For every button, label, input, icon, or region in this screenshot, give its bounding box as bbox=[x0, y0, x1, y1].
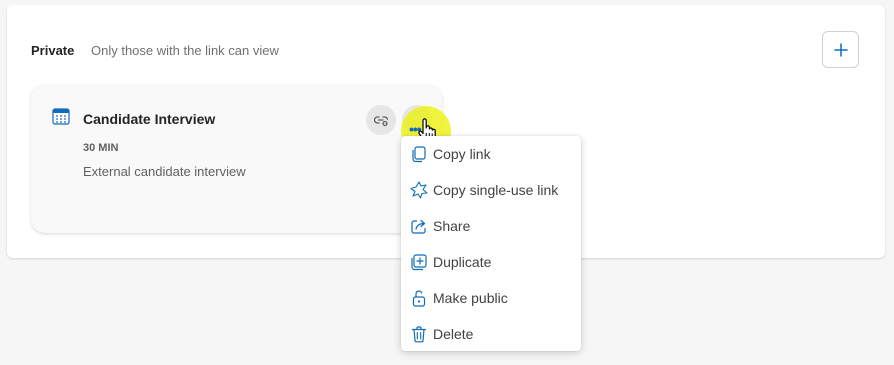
menu-item-copy-link[interactable]: Copy link bbox=[401, 136, 581, 172]
event-duration: 30 MIN bbox=[83, 142, 119, 154]
duplicate-icon bbox=[411, 254, 427, 271]
section-label: Private bbox=[31, 43, 75, 58]
plus-icon bbox=[833, 42, 848, 57]
link-off-icon bbox=[373, 116, 389, 127]
menu-item-label: Share bbox=[433, 218, 471, 234]
menu-item-label: Make public bbox=[433, 290, 508, 306]
event-card[interactable]: Candidate Interview 30 MIN External cand… bbox=[31, 85, 442, 233]
calendar-icon bbox=[52, 108, 70, 125]
menu-item-label: Copy link bbox=[433, 146, 491, 162]
add-event-button[interactable] bbox=[822, 31, 859, 68]
menu-item-make-public[interactable]: Make public bbox=[401, 280, 581, 316]
single-use-link-icon bbox=[410, 181, 428, 199]
section-description: Only those with the link can view bbox=[91, 43, 279, 58]
event-description: External candidate interview bbox=[83, 164, 246, 179]
event-options-menu: Copy link Copy single-use link Share Dup… bbox=[401, 136, 581, 351]
unlock-icon bbox=[412, 290, 426, 307]
copy-link-button[interactable] bbox=[366, 105, 396, 135]
menu-item-copy-single-use-link[interactable]: Copy single-use link bbox=[401, 172, 581, 208]
share-icon bbox=[411, 219, 426, 234]
menu-item-label: Delete bbox=[433, 326, 474, 342]
menu-item-label: Copy single-use link bbox=[433, 182, 559, 198]
menu-item-share[interactable]: Share bbox=[401, 208, 581, 244]
event-title: Candidate Interview bbox=[83, 111, 216, 127]
menu-item-duplicate[interactable]: Duplicate bbox=[401, 244, 581, 280]
trash-icon bbox=[411, 326, 427, 343]
menu-item-delete[interactable]: Delete bbox=[401, 316, 581, 352]
copy-icon bbox=[412, 146, 426, 163]
menu-item-label: Duplicate bbox=[433, 254, 492, 270]
